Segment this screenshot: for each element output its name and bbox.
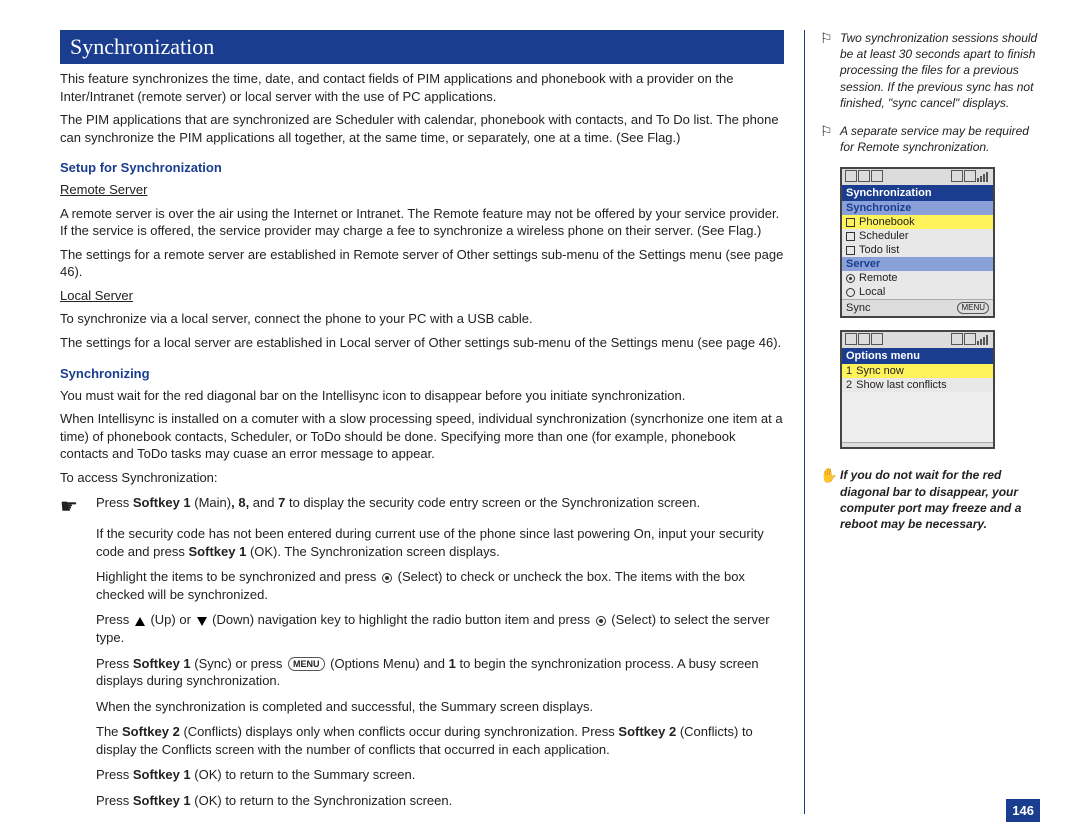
status-bar bbox=[842, 332, 993, 348]
page-number: 146 bbox=[1006, 799, 1040, 822]
synchronizing-heading: Synchronizing bbox=[60, 366, 784, 381]
checkbox-icon bbox=[846, 218, 855, 227]
option-show-conflicts: 2 Show last conflicts bbox=[842, 378, 993, 392]
softkey-1: Sync bbox=[846, 302, 870, 314]
sync-access: To access Synchronization: bbox=[60, 469, 784, 487]
status-icon bbox=[964, 170, 976, 182]
flag-note-2: ⚐ A separate service may be required for… bbox=[820, 123, 1040, 155]
status-icon bbox=[951, 333, 963, 345]
remote-server-label: Remote Server bbox=[60, 182, 147, 197]
down-arrow-icon bbox=[197, 617, 207, 626]
select-icon bbox=[596, 616, 606, 626]
phone-screenshots: Synchronization Synchronize Phonebook Sc… bbox=[840, 167, 1040, 449]
battery-icon bbox=[845, 170, 857, 182]
step-8-text: Press Softkey 1 (OK) to return to the Su… bbox=[96, 766, 784, 784]
step-6-text: When the synchronization is completed an… bbox=[96, 698, 784, 716]
step-3-text: Highlight the items to be synchronized a… bbox=[96, 568, 784, 603]
intro-para-1: This feature synchronizes the time, date… bbox=[60, 70, 784, 105]
remote-para-2: The settings for a remote server are est… bbox=[60, 246, 784, 281]
option-sync-now: 1 Sync now bbox=[842, 364, 993, 378]
warning-note: ✋ If you do not wait for the red diagona… bbox=[820, 467, 1040, 532]
step-9-text: Press Softkey 1 (OK) to return to the Sy… bbox=[96, 792, 784, 810]
setup-heading: Setup for Synchronization bbox=[60, 160, 784, 175]
screen-title: Options menu bbox=[842, 348, 993, 364]
checkbox-icon bbox=[846, 246, 855, 255]
section-label: Server bbox=[842, 257, 993, 271]
status-icon bbox=[964, 333, 976, 345]
battery-icon bbox=[845, 333, 857, 345]
list-item-phonebook: Phonebook bbox=[842, 215, 993, 229]
side-column: ⚐ Two synchronization sessions should be… bbox=[805, 30, 1040, 814]
section-title: Synchronization bbox=[60, 30, 784, 64]
intro-para-2: The PIM applications that are synchroniz… bbox=[60, 111, 784, 146]
step-5-text: Press Softkey 1 (Sync) or press MENU (Op… bbox=[96, 655, 784, 690]
list-item-scheduler: Scheduler bbox=[842, 229, 993, 243]
phone-screen-sync: Synchronization Synchronize Phonebook Sc… bbox=[840, 167, 995, 318]
status-icon bbox=[871, 333, 883, 345]
step-1-text: Press Softkey 1 (Main), 8, and 7 to disp… bbox=[96, 494, 700, 513]
local-para-1: To synchronize via a local server, conne… bbox=[60, 310, 784, 328]
phone-screen-options: Options menu 1 Sync now 2 Show last conf… bbox=[840, 330, 995, 449]
signal-icon bbox=[977, 333, 989, 345]
flag-icon: ⚐ bbox=[820, 123, 840, 155]
remote-para-1: A remote server is over the air using th… bbox=[60, 205, 784, 240]
local-server-label: Local Server bbox=[60, 288, 133, 303]
pointer-icon: ☛ bbox=[60, 494, 96, 519]
select-icon bbox=[382, 573, 392, 583]
sync-para-2: When Intellisync is installed on a comut… bbox=[60, 410, 784, 463]
signal-icon bbox=[977, 170, 989, 182]
status-icon bbox=[858, 333, 870, 345]
local-para-2: The settings for a local server are esta… bbox=[60, 334, 784, 352]
status-icon bbox=[951, 170, 963, 182]
status-icon bbox=[858, 170, 870, 182]
main-content: Synchronization This feature synchronize… bbox=[60, 30, 805, 814]
softkey-bar: Sync MENU bbox=[842, 299, 993, 316]
list-item-todo: Todo list bbox=[842, 243, 993, 257]
screen-title: Synchronization bbox=[842, 185, 993, 201]
softkey-bar bbox=[842, 442, 993, 447]
step-1: ☛ Press Softkey 1 (Main), 8, and 7 to di… bbox=[60, 494, 784, 519]
section-label: Synchronize bbox=[842, 201, 993, 215]
step-2-text: If the security code has not been entere… bbox=[96, 525, 784, 560]
radio-icon bbox=[846, 274, 855, 283]
hand-icon: ✋ bbox=[820, 467, 840, 532]
status-icon bbox=[871, 170, 883, 182]
softkey-menu: MENU bbox=[957, 302, 989, 314]
menu-key-icon: MENU bbox=[288, 657, 325, 671]
checkbox-icon bbox=[846, 232, 855, 241]
step-7-text: The Softkey 2 (Conflicts) displays only … bbox=[96, 723, 784, 758]
flag-icon: ⚐ bbox=[820, 30, 840, 111]
status-bar bbox=[842, 169, 993, 185]
radio-icon bbox=[846, 288, 855, 297]
step-4-text: Press (Up) or (Down) navigation key to h… bbox=[96, 611, 784, 646]
flag-note-1: ⚐ Two synchronization sessions should be… bbox=[820, 30, 1040, 111]
sync-para-1: You must wait for the red diagonal bar o… bbox=[60, 387, 784, 405]
radio-item-remote: Remote bbox=[842, 271, 993, 285]
steps-list: If the security code has not been entere… bbox=[60, 525, 784, 809]
up-arrow-icon bbox=[135, 617, 145, 626]
radio-item-local: Local bbox=[842, 285, 993, 299]
